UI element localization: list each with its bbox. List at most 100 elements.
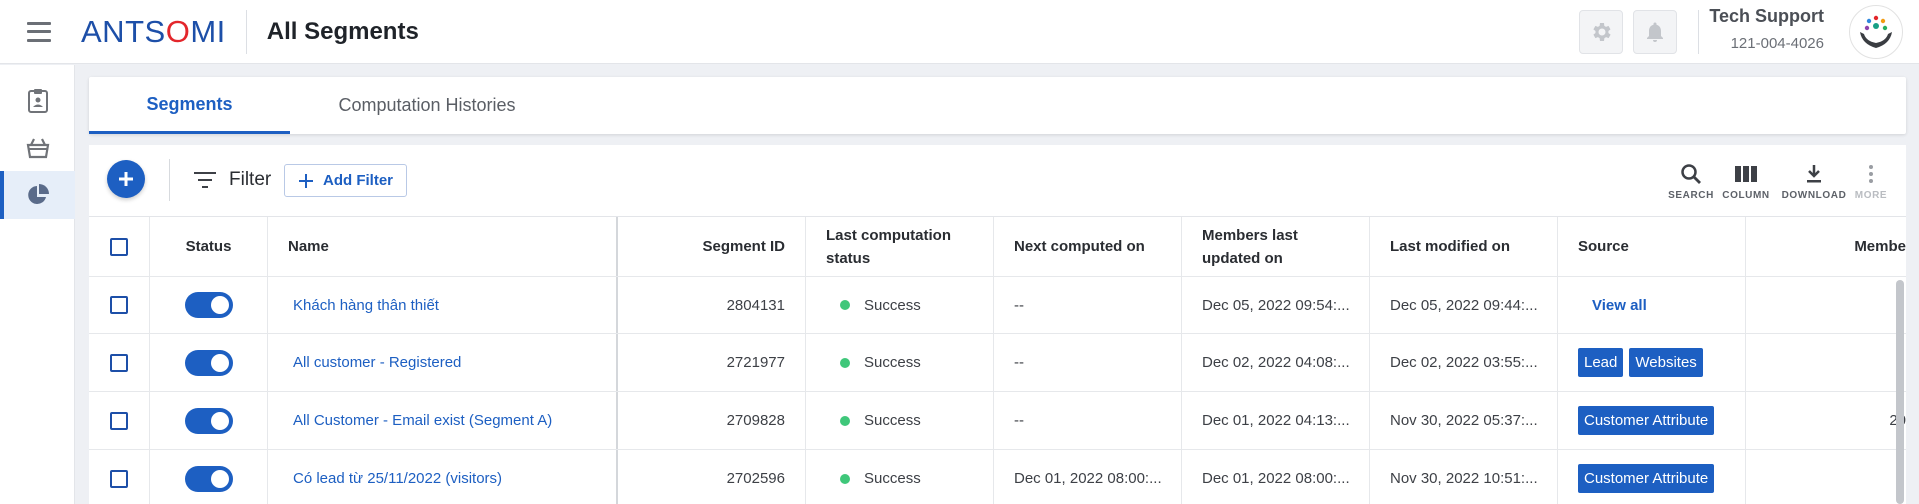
source-cell: Lead Websites [1558, 334, 1746, 391]
tab-computation-histories[interactable]: Computation Histories [290, 77, 564, 134]
settings-button[interactable] [1579, 10, 1623, 54]
table-row[interactable]: Khách hàng thân thiết 2804131 Success --… [89, 277, 1906, 334]
row-checkbox[interactable] [110, 411, 128, 430]
segment-id-cell: 2721977 [618, 334, 806, 391]
row-checkbox[interactable] [110, 353, 128, 372]
modified-cell: Dec 05, 2022 09:44:... [1370, 277, 1558, 333]
bell-icon [1647, 22, 1663, 42]
header-name[interactable]: Name [268, 217, 618, 276]
notifications-button[interactable] [1633, 10, 1677, 54]
status-toggle[interactable] [184, 349, 233, 376]
header-next-computed-on[interactable]: Next computed on [994, 217, 1182, 276]
source-tag-lead[interactable]: Lead [1578, 348, 1624, 377]
members-updated-cell: Dec 01, 2022 08:00:... [1182, 450, 1370, 504]
row-checkbox[interactable] [110, 296, 128, 314]
filter-icon [194, 172, 216, 188]
segment-id-cell: 2709828 [618, 392, 806, 449]
segment-name-link[interactable]: All Customer - Email exist (Segment A) [293, 412, 552, 429]
next-computed-cell: -- [994, 277, 1182, 333]
header-members[interactable]: Membe [1746, 217, 1906, 276]
toolbar-divider [169, 159, 170, 201]
add-filter-label: Add Filter [323, 172, 393, 189]
source-tag-customer-attribute[interactable]: Customer Attribute [1578, 464, 1715, 493]
column-tool[interactable]: COLUMN [1721, 163, 1771, 201]
avatar[interactable] [1849, 5, 1903, 59]
header-last-modified-on[interactable]: Last modified on [1370, 217, 1558, 276]
computation-status-text: Success [864, 296, 921, 314]
sidebar [0, 65, 75, 504]
segments-panel: Filter Add Filter SEARCH COLUMN DOWNLOAD… [89, 145, 1906, 504]
table-scrollbar[interactable] [1896, 280, 1904, 504]
header-divider-right [1698, 10, 1699, 54]
header-members-last-updated[interactable]: Members last updated on [1182, 217, 1370, 276]
page-title: All Segments [266, 17, 419, 45]
source-cell: View all [1558, 277, 1746, 333]
members-updated-cell: Dec 01, 2022 04:13:... [1182, 392, 1370, 449]
sidebar-item-segments[interactable] [0, 171, 75, 219]
next-computed-cell: Dec 01, 2022 08:00:... [994, 450, 1182, 504]
more-tool[interactable]: MORE [1846, 163, 1896, 201]
top-header: ANTS O MI All Segments Tech Support 121-00… [0, 0, 1919, 64]
source-tag-websites[interactable]: Websites [1629, 348, 1703, 377]
table-row[interactable]: All Customer - Email exist (Segment A) 2… [89, 392, 1906, 450]
segment-name-link[interactable]: All customer - Registered [293, 354, 461, 371]
menu-icon[interactable] [27, 21, 51, 42]
next-computed-cell: -- [994, 334, 1182, 391]
modified-cell: Nov 30, 2022 10:51:... [1370, 450, 1558, 504]
filter-button[interactable]: Filter [193, 167, 271, 193]
columns-icon [1735, 166, 1757, 182]
select-all-checkbox[interactable] [110, 237, 128, 256]
brand-logo[interactable]: ANTS O MI [81, 14, 226, 50]
avatar-hands-icon [1860, 15, 1892, 48]
clipboard-icon [27, 89, 48, 113]
more-vertical-icon [1869, 165, 1873, 183]
status-cell [150, 450, 268, 504]
sidebar-item-store[interactable] [0, 124, 75, 172]
segment-name-link[interactable]: Khách hàng thân thiết [293, 297, 439, 314]
status-cell [150, 334, 268, 391]
search-tool[interactable]: SEARCH [1666, 163, 1716, 201]
modified-cell: Dec 02, 2022 03:55:... [1370, 334, 1558, 391]
segment-id-cell: 2702596 [618, 450, 806, 504]
tab-segments[interactable]: Segments [89, 77, 290, 134]
status-cell [150, 392, 268, 449]
gear-icon [1593, 23, 1611, 41]
segment-id-cell: 2804131 [618, 277, 806, 333]
status-cell [150, 277, 268, 333]
header-source[interactable]: Source [1558, 217, 1746, 276]
members-updated-cell: Dec 02, 2022 04:08:... [1182, 334, 1370, 391]
segment-name-link[interactable]: Có lead từ 25/11/2022 (visitors) [293, 470, 502, 487]
select-all-cell [89, 217, 150, 276]
user-name[interactable]: Tech Support [1709, 6, 1824, 27]
header-segment-id[interactable]: Segment ID [618, 217, 806, 276]
download-label: DOWNLOAD [1781, 190, 1847, 201]
sidebar-item-clipboard[interactable] [0, 77, 75, 125]
success-status-dot [840, 473, 850, 484]
members-updated-cell: Dec 05, 2022 09:54:... [1182, 277, 1370, 333]
name-cell: All Customer - Email exist (Segment A) [268, 392, 618, 449]
column-label: COLUMN [1722, 190, 1770, 201]
create-segment-button[interactable] [107, 160, 145, 198]
source-tag-customer-attribute[interactable]: Customer Attribute [1578, 406, 1715, 435]
status-toggle[interactable] [184, 292, 233, 318]
header-last-computation-status[interactable]: Last computation status [806, 217, 994, 276]
members-cell [1746, 277, 1906, 333]
table-row[interactable]: All customer - Registered 2721977 Succes… [89, 334, 1906, 392]
next-computed-cell: -- [994, 392, 1182, 449]
table-header-row: Status Name Segment ID Last computation … [89, 217, 1906, 277]
status-toggle[interactable] [184, 465, 233, 492]
success-status-dot [840, 415, 850, 426]
computation-status-cell: Success [806, 450, 994, 504]
header-status[interactable]: Status [150, 217, 268, 276]
download-tool[interactable]: DOWNLOAD [1782, 163, 1846, 201]
success-status-dot [840, 300, 850, 310]
name-cell: All customer - Registered [268, 334, 618, 391]
table-row[interactable]: Có lead từ 25/11/2022 (visitors) 2702596… [89, 450, 1906, 504]
add-filter-button[interactable]: Add Filter [284, 164, 407, 197]
brand-text-o: O [165, 13, 191, 49]
view-all-sources-link[interactable]: View all [1592, 297, 1647, 314]
computation-status-text: Success [864, 412, 921, 429]
status-toggle[interactable] [184, 407, 233, 434]
computation-status-cell: Success [806, 392, 994, 449]
row-checkbox[interactable] [110, 469, 128, 488]
